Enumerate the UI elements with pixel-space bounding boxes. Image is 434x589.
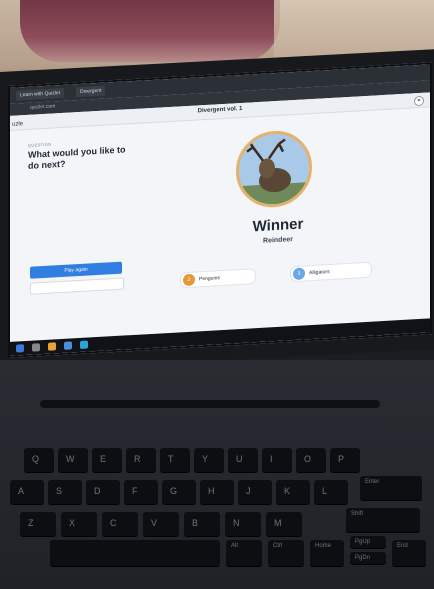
key-label: B xyxy=(192,518,199,528)
key-label: D xyxy=(94,486,101,496)
key-label: N xyxy=(233,518,240,528)
key-label: Q xyxy=(32,454,40,464)
key-label: G xyxy=(170,486,178,496)
team-name: Alligators xyxy=(309,269,330,277)
key-e[interactable]: E xyxy=(92,448,122,472)
key-label: A xyxy=(18,486,25,496)
key-w[interactable]: W xyxy=(58,448,88,472)
reindeer-image xyxy=(236,129,312,210)
key-end[interactable]: End xyxy=(392,540,426,566)
key-f[interactable]: F xyxy=(124,480,158,504)
key-label: U xyxy=(236,454,243,464)
address-url: quizlet.com xyxy=(30,103,56,111)
key-label: E xyxy=(100,454,107,464)
key-label: F xyxy=(132,486,138,496)
hinge xyxy=(40,400,380,408)
laptop-screen: Learn with Quizlet Divergent quizlet.com… xyxy=(8,62,432,359)
app-icon[interactable] xyxy=(80,340,88,349)
key-space[interactable] xyxy=(50,540,220,566)
key-d[interactable]: D xyxy=(86,480,120,504)
team-name: Penguins xyxy=(199,275,220,283)
key-label: R xyxy=(134,454,141,464)
key-label: PgUp xyxy=(355,539,371,545)
key-t[interactable]: T xyxy=(160,448,190,472)
key-m[interactable]: M xyxy=(266,512,302,536)
search-icon[interactable] xyxy=(32,343,40,352)
key-s[interactable]: S xyxy=(48,480,82,504)
runner-up-penguins: 2 Penguins xyxy=(180,268,256,289)
key-x[interactable]: X xyxy=(61,512,97,536)
cushion xyxy=(20,0,280,62)
folder-icon[interactable] xyxy=(48,342,56,351)
key-q[interactable]: Q xyxy=(24,448,54,472)
key-label: Alt xyxy=(231,543,239,549)
key-pgup[interactable]: PgUp xyxy=(350,536,386,548)
brand-fragment: uzle xyxy=(12,121,24,128)
key-label: I xyxy=(270,454,273,464)
key-a[interactable]: A xyxy=(10,480,44,504)
key-k[interactable]: K xyxy=(276,480,310,504)
key-b[interactable]: B xyxy=(184,512,220,536)
key-label: L xyxy=(322,486,328,496)
key-v[interactable]: V xyxy=(143,512,179,536)
browser-tab-1[interactable]: Learn with Quizlet xyxy=(16,87,65,101)
key-h[interactable]: H xyxy=(200,480,234,504)
key-label: C xyxy=(110,518,117,528)
key-enter[interactable]: Enter xyxy=(360,476,422,500)
runner-up-alligators: 3 Alligators xyxy=(290,261,372,283)
key-label: Home xyxy=(315,543,332,549)
key-label: End xyxy=(397,543,408,549)
browser-icon[interactable] xyxy=(64,341,72,350)
rank-badge: 2 xyxy=(183,273,195,287)
key-label: T xyxy=(168,454,174,464)
key-label: H xyxy=(208,486,215,496)
key-label: X xyxy=(69,518,76,528)
key-label: Y xyxy=(202,454,209,464)
key-label: V xyxy=(151,518,158,528)
key-z[interactable]: Z xyxy=(20,512,56,536)
key-shift[interactable]: Shift xyxy=(346,508,420,532)
winner-panel: Winner Reindeer 2 Penguins 3 Alligators xyxy=(130,109,426,336)
key-home[interactable]: Home xyxy=(310,540,344,566)
key-pgdn[interactable]: PgDn xyxy=(350,552,386,564)
key-r[interactable]: R xyxy=(126,448,156,472)
key-o[interactable]: O xyxy=(296,448,326,472)
key-i[interactable]: I xyxy=(262,448,292,472)
close-button[interactable]: × xyxy=(414,95,424,107)
key-label: J xyxy=(246,486,251,496)
key-label: PgDn xyxy=(355,555,371,561)
key-label: Z xyxy=(28,518,34,528)
key-y[interactable]: Y xyxy=(194,448,224,472)
key-label: K xyxy=(284,486,291,496)
photo-scene: Learn with Quizlet Divergent quizlet.com… xyxy=(0,0,434,589)
key-label: Ctrl xyxy=(273,543,283,549)
question-heading: What would you like to do next? xyxy=(28,144,126,171)
key-label: M xyxy=(274,518,282,528)
key-label: O xyxy=(304,454,312,464)
key-alt[interactable]: Alt xyxy=(226,540,262,566)
key-label: Shift xyxy=(351,511,364,517)
key-l[interactable]: L xyxy=(314,480,348,504)
key-label: P xyxy=(338,454,345,464)
key-label: S xyxy=(56,486,63,496)
key-ctrl[interactable]: Ctrl xyxy=(268,540,304,566)
key-label: Enter xyxy=(365,479,380,485)
key-n[interactable]: N xyxy=(225,512,261,536)
key-j[interactable]: J xyxy=(238,480,272,504)
browser-tab-2[interactable]: Divergent xyxy=(76,85,106,98)
key-label: W xyxy=(66,454,75,464)
start-icon[interactable] xyxy=(16,344,24,353)
key-p[interactable]: P xyxy=(330,448,360,472)
key-c[interactable]: C xyxy=(102,512,138,536)
rank-badge: 3 xyxy=(293,267,305,281)
key-u[interactable]: U xyxy=(228,448,258,472)
key-g[interactable]: G xyxy=(162,480,196,504)
